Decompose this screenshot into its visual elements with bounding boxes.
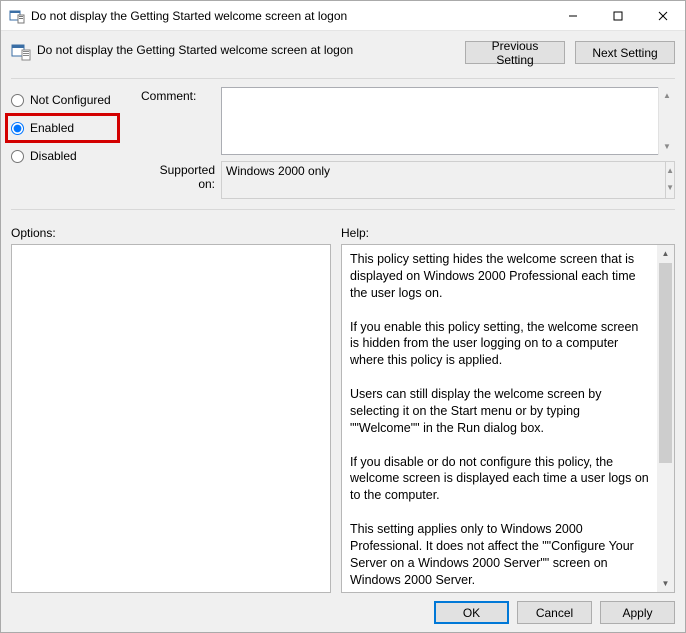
window-controls	[550, 1, 685, 30]
action-buttons: OK Cancel Apply	[11, 593, 675, 624]
help-scrollbar[interactable]: ▲ ▼	[657, 245, 674, 592]
previous-setting-button[interactable]: Previous Setting	[465, 41, 565, 64]
close-button[interactable]	[640, 1, 685, 30]
comment-supported-fields: Comment: ▲ ▼ Supported on: Windows 2000 …	[141, 87, 675, 199]
supported-row: Supported on: Windows 2000 only ▲ ▼	[141, 161, 675, 199]
radio-enabled-label: Enabled	[30, 121, 74, 135]
options-section: Options:	[11, 226, 331, 593]
nav-buttons: Previous Setting Next Setting	[465, 41, 675, 64]
policy-header: Do not display the Getting Started welco…	[11, 41, 675, 64]
next-setting-button[interactable]: Next Setting	[575, 41, 675, 64]
comment-input[interactable]	[221, 87, 675, 155]
divider	[11, 209, 675, 210]
radio-not-configured-label: Not Configured	[30, 93, 111, 107]
supported-label: Supported on:	[141, 161, 221, 199]
radio-not-configured-input[interactable]	[11, 94, 24, 107]
minimize-button[interactable]	[550, 1, 595, 30]
options-panel	[11, 244, 331, 593]
radio-enabled-input[interactable]	[11, 122, 24, 135]
help-text: This policy setting hides the welcome sc…	[342, 245, 657, 592]
radio-disabled-input[interactable]	[11, 150, 24, 163]
ok-button[interactable]: OK	[434, 601, 509, 624]
radio-not-configured[interactable]: Not Configured	[11, 91, 131, 109]
state-and-comment-row: Not Configured Enabled Disabled Comment:	[11, 87, 675, 199]
scrollbar-thumb[interactable]	[659, 263, 672, 463]
comment-label: Comment:	[141, 87, 221, 155]
supported-value-box: Windows 2000 only	[221, 161, 666, 199]
state-radios: Not Configured Enabled Disabled	[11, 87, 131, 199]
policy-name: Do not display the Getting Started welco…	[37, 41, 465, 57]
radio-disabled-label: Disabled	[30, 149, 77, 163]
help-section: Help: This policy setting hides the welc…	[341, 226, 675, 593]
policy-editor-window: Do not display the Getting Started welco…	[0, 0, 686, 633]
maximize-button[interactable]	[595, 1, 640, 30]
supported-value: Windows 2000 only	[226, 164, 330, 178]
scroll-down-icon[interactable]: ▼	[666, 179, 674, 196]
scroll-down-icon[interactable]: ▼	[659, 138, 675, 155]
help-panel: This policy setting hides the welcome sc…	[341, 244, 675, 593]
help-label: Help:	[341, 226, 675, 240]
content-area: Do not display the Getting Started welco…	[1, 31, 685, 632]
apply-button[interactable]: Apply	[600, 601, 675, 624]
window-icon	[9, 8, 25, 24]
window-title: Do not display the Getting Started welco…	[31, 9, 550, 23]
scroll-up-icon[interactable]: ▲	[657, 245, 674, 262]
comment-row: Comment: ▲ ▼	[141, 87, 675, 155]
options-label: Options:	[11, 226, 331, 240]
scroll-up-icon[interactable]: ▲	[666, 162, 674, 179]
scroll-down-icon[interactable]: ▼	[657, 575, 674, 592]
radio-enabled[interactable]: Enabled	[11, 119, 114, 137]
titlebar: Do not display the Getting Started welco…	[1, 1, 685, 31]
cancel-button[interactable]: Cancel	[517, 601, 592, 624]
radio-disabled[interactable]: Disabled	[11, 147, 131, 165]
options-help-row: Options: Help: This policy setting hides…	[11, 226, 675, 593]
scroll-up-icon[interactable]: ▲	[659, 87, 675, 104]
divider	[11, 78, 675, 79]
policy-icon	[11, 41, 31, 61]
